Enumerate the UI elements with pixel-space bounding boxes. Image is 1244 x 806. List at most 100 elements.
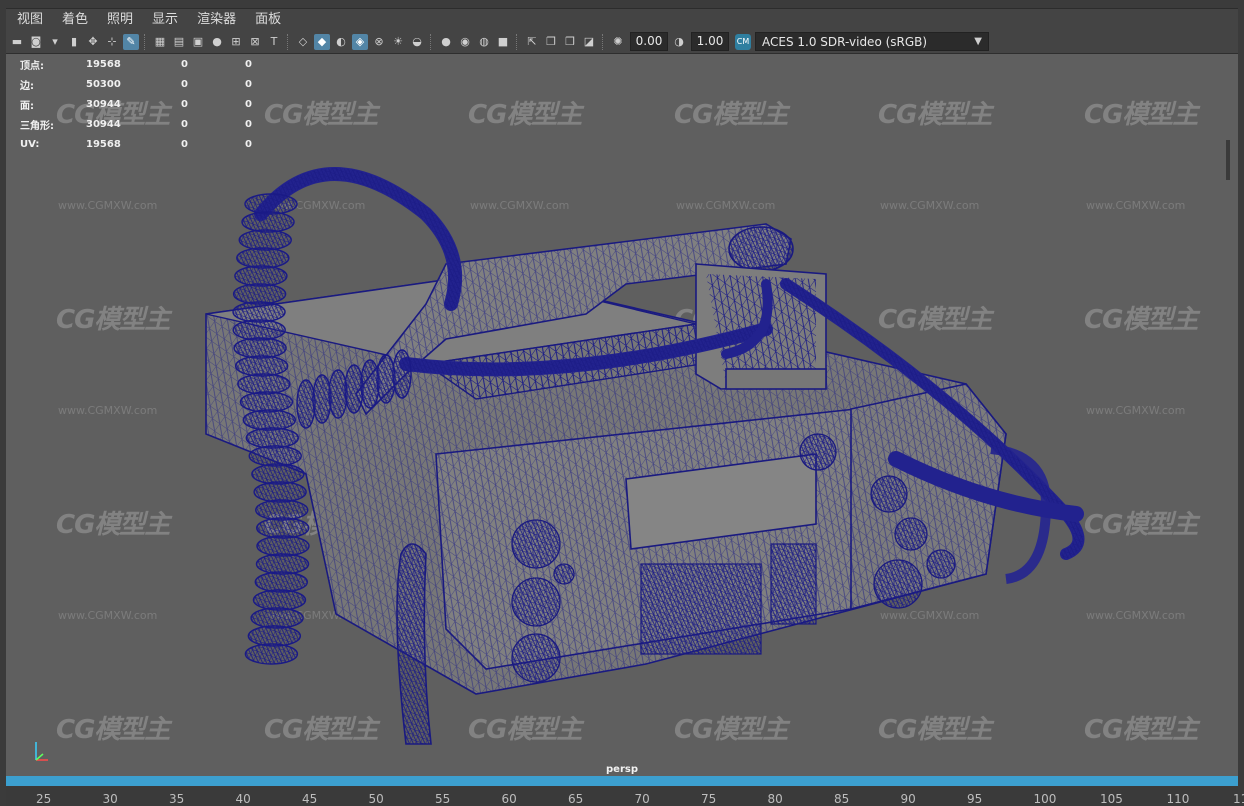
hud-value: 50300 xyxy=(86,78,121,90)
timeline-tick: 40 xyxy=(235,792,251,806)
coil-ring xyxy=(244,643,299,665)
coil-ring xyxy=(255,553,310,575)
coil-ring xyxy=(234,265,288,287)
coil-ring xyxy=(232,319,286,341)
time-ruler[interactable]: 25 30 35 40 45 50 55 60 65 70 75 80 85 90 95 100 105 110 1… xyxy=(6,786,1244,806)
isolate-select-icon[interactable]: ⇱ xyxy=(524,34,540,50)
motion-blur-icon[interactable]: ◉ xyxy=(457,34,473,50)
timeline-tick: 65 xyxy=(568,792,584,806)
timeline-tick: 50 xyxy=(368,792,384,806)
coil-ring xyxy=(253,481,307,503)
coil-ring xyxy=(252,589,307,611)
snap-icon[interactable]: ⊹ xyxy=(104,34,120,50)
toolbar-separator xyxy=(602,33,605,50)
hud-value: 0 xyxy=(245,118,252,130)
coil-ring xyxy=(245,427,299,449)
image-plane-icon[interactable]: ▮ xyxy=(66,34,82,50)
smooth-shade-icon[interactable]: ◆ xyxy=(314,33,330,50)
bookmark-icon[interactable]: ▾ xyxy=(47,34,63,50)
menu-view[interactable]: 视图 xyxy=(6,9,51,31)
hud-row-triangles: 三角形: 30944 0 0 xyxy=(20,114,275,134)
grease-pencil-icon[interactable]: ✎ xyxy=(123,33,139,50)
backface-icon[interactable]: ◪ xyxy=(581,34,597,50)
resolution-gate-icon[interactable]: ▣ xyxy=(190,34,206,50)
safe-action-icon[interactable]: ⊠ xyxy=(247,34,263,50)
hud-value: 0 xyxy=(181,78,188,90)
timeline-tick: 30 xyxy=(102,792,118,806)
screen-space-ao-icon[interactable]: ● xyxy=(438,34,454,50)
coil-ring xyxy=(247,625,302,647)
coil-ring xyxy=(233,337,287,359)
xray-active-icon[interactable]: ❒ xyxy=(562,34,578,50)
shadows-icon[interactable]: ◒ xyxy=(409,34,425,50)
toolbar-separator xyxy=(144,33,147,50)
hud-row-vertices: 顶点: 19568 0 0 xyxy=(20,54,275,74)
safe-title-icon[interactable]: T xyxy=(266,34,282,50)
use-all-lights-icon[interactable]: ☀ xyxy=(390,34,406,50)
menu-renderer[interactable]: 渲染器 xyxy=(186,9,244,31)
hud-value: 0 xyxy=(181,98,188,110)
timeline-tick: 80 xyxy=(767,792,783,806)
toolbar-separator xyxy=(516,33,519,50)
toolbar-separator xyxy=(287,33,290,50)
viewport-toolbar: ▬ ◙ ▾ ▮ ✥ ⊹ ✎ ▦ ▤ ▣ ● ⊞ ⊠ T ◇ ◆ ◐ ◈ ⊗ ☀ … xyxy=(6,30,1238,54)
move-icon[interactable]: ✥ xyxy=(85,34,101,50)
hud-value: 19568 xyxy=(86,58,121,70)
menu-show[interactable]: 显示 xyxy=(141,9,186,31)
hud-value: 0 xyxy=(181,118,188,130)
menu-shading[interactable]: 着色 xyxy=(51,9,96,31)
hud-row-edges: 边: 50300 0 0 xyxy=(20,74,275,94)
field-chart-icon[interactable]: ⊞ xyxy=(228,34,244,50)
toolbar-separator xyxy=(430,33,433,50)
maya-window: 视图 着色 照明 显示 渲染器 面板 ▬ ◙ ▾ ▮ ✥ ⊹ ✎ ▦ ▤ ▣ ●… xyxy=(0,0,1244,806)
hud-value: 30944 xyxy=(86,118,121,130)
timeline-tick: 45 xyxy=(302,792,318,806)
menu-lighting[interactable]: 照明 xyxy=(96,9,141,31)
coil-ring xyxy=(236,247,290,269)
grid-icon[interactable]: ▦ xyxy=(152,34,168,50)
xray-joints-icon[interactable]: ❐ xyxy=(543,34,559,50)
timeline-tick: 70 xyxy=(634,792,650,806)
wireframe-on-shaded-icon[interactable]: ◈ xyxy=(352,33,368,50)
wireframe-icon[interactable]: ◇ xyxy=(295,34,311,50)
timeline-tick: 35 xyxy=(169,792,185,806)
timeline-tick: 100 xyxy=(1033,792,1057,806)
camera-icon[interactable]: ▬ xyxy=(9,34,25,50)
coil-ring xyxy=(232,283,287,305)
coil-ring xyxy=(392,349,412,399)
camera-name-label: persp xyxy=(606,764,638,775)
coil-ring xyxy=(376,354,396,404)
coil-ring xyxy=(234,355,289,377)
coil-ring xyxy=(241,211,295,233)
default-material-icon[interactable]: ◐ xyxy=(333,34,349,50)
menu-panels[interactable]: 面板 xyxy=(244,9,289,31)
gate-mask-icon[interactable]: ● xyxy=(209,34,225,50)
hud-value: 0 xyxy=(245,78,252,90)
hud-row-faces: 面: 30944 0 0 xyxy=(20,94,275,114)
color-space-label: ACES 1.0 SDR-video (sRGB) xyxy=(762,34,928,49)
coil-ring xyxy=(248,445,302,467)
hud-value: 30944 xyxy=(86,98,121,110)
coil-ring xyxy=(255,499,309,521)
camera-attr-icon[interactable]: ◙ xyxy=(28,34,44,50)
hud-value: 0 xyxy=(245,138,252,150)
coil-ring xyxy=(344,364,364,414)
depth-of-field-icon[interactable]: ■ xyxy=(495,34,511,50)
gamma-icon[interactable]: ◑ xyxy=(671,34,687,50)
time-slider-bar[interactable] xyxy=(6,776,1238,786)
anti-aliasing-icon[interactable]: ◍ xyxy=(476,34,492,50)
viewport-edge-handle xyxy=(1226,140,1230,180)
xray-icon[interactable]: ⊗ xyxy=(371,34,387,50)
persp-viewport[interactable]: CG模型主 www.CGMXW.com CG模型主 www.CGMXW.com CG模型… xyxy=(6,54,1238,776)
color-management-icon[interactable]: CM xyxy=(735,33,751,50)
exposure-field[interactable]: 0.00 xyxy=(630,32,668,51)
coil-ring xyxy=(244,193,298,215)
coil-ring xyxy=(237,373,291,395)
color-space-dropdown[interactable]: ACES 1.0 SDR-video (sRGB) ▼ xyxy=(755,32,989,51)
exposure-icon[interactable]: ✺ xyxy=(610,34,626,50)
film-gate-icon[interactable]: ▤ xyxy=(171,34,187,50)
radio-model-wireframe xyxy=(205,167,1085,745)
coil-ring xyxy=(312,374,332,424)
hud-value: 19568 xyxy=(86,138,121,150)
gamma-field[interactable]: 1.00 xyxy=(691,32,729,51)
